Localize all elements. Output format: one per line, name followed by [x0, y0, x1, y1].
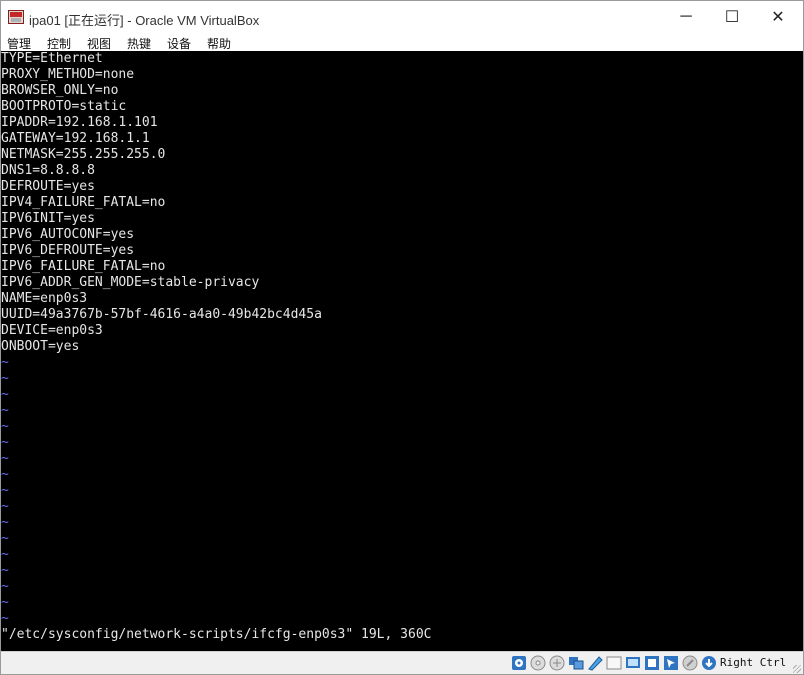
tilde-line: ~	[1, 387, 9, 402]
tilde-line: ~	[1, 403, 9, 418]
tilde-line: ~	[1, 451, 9, 466]
config-line: ONBOOT=yes	[1, 339, 80, 354]
vm-screen[interactable]: TYPE=Ethernet PROXY_METHOD=none BROWSER_…	[1, 51, 803, 651]
tilde-line: ~	[1, 499, 9, 514]
config-line: IPADDR=192.168.1.101	[1, 115, 158, 130]
menu-bar: 管理 控制 视图 热键 设备 帮助	[1, 33, 803, 51]
vi-status-line: "/etc/sysconfig/network-scripts/ifcfg-en…	[1, 627, 432, 642]
menu-hotkeys[interactable]: 热键	[127, 35, 151, 52]
tilde-line: ~	[1, 419, 9, 434]
config-line: UUID=49a3767b-57bf-4616-a4a0-49b42bc4d45…	[1, 307, 322, 322]
tilde-line: ~	[1, 467, 9, 482]
config-line: IPV6_ADDR_GEN_MODE=stable-privacy	[1, 275, 260, 290]
config-line: DEFROUTE=yes	[1, 179, 95, 194]
resize-grip[interactable]	[793, 665, 801, 673]
config-line: PROXY_METHOD=none	[1, 67, 135, 82]
mouse-integration-icon[interactable]	[663, 655, 679, 671]
title-bar[interactable]: ipa01 [正在运行] - Oracle VM VirtualBox ─ ☐ …	[1, 1, 803, 33]
menu-manage[interactable]: 管理	[7, 35, 31, 52]
maximize-icon: ☐	[724, 9, 740, 26]
config-line: IPV4_FAILURE_FATAL=no	[1, 195, 166, 210]
menu-devices[interactable]: 设备	[167, 35, 191, 52]
minimize-button[interactable]: ─	[663, 1, 709, 33]
maximize-button[interactable]: ☐	[709, 1, 755, 33]
status-bar: Right Ctrl	[1, 651, 803, 674]
config-line: TYPE=Ethernet	[1, 51, 103, 66]
tilde-line: ~	[1, 595, 9, 610]
config-line: BOOTPROTO=static	[1, 99, 127, 114]
menu-help[interactable]: 帮助	[207, 35, 231, 52]
config-line: IPV6_FAILURE_FATAL=no	[1, 259, 166, 274]
config-line: DEVICE=enp0s3	[1, 323, 103, 338]
network-icon[interactable]	[549, 655, 565, 671]
optical-drive-icon[interactable]	[530, 655, 546, 671]
virtualbox-app-icon	[8, 10, 24, 24]
tilde-line: ~	[1, 563, 9, 578]
minimize-icon: ─	[680, 8, 692, 25]
tilde-line: ~	[1, 435, 9, 450]
keyboard-capture-icon[interactable]	[682, 655, 698, 671]
tilde-line: ~	[1, 355, 9, 370]
config-line: BROWSER_ONLY=no	[1, 83, 119, 98]
virtualbox-window: ipa01 [正在运行] - Oracle VM VirtualBox ─ ☐ …	[0, 0, 804, 675]
menu-view[interactable]: 视图	[87, 35, 111, 52]
tilde-line: ~	[1, 579, 9, 594]
tilde-line: ~	[1, 515, 9, 530]
close-icon: ✕	[771, 9, 785, 26]
shared-folders-icon[interactable]	[587, 655, 603, 671]
window-title: ipa01 [正在运行] - Oracle VM VirtualBox	[29, 13, 260, 28]
config-line: DNS1=8.8.8.8	[1, 163, 95, 178]
config-line: NETMASK=255.255.255.0	[1, 147, 166, 162]
config-line: IPV6_AUTOCONF=yes	[1, 227, 135, 242]
host-key-label: Right Ctrl	[720, 656, 787, 669]
config-line: NAME=enp0s3	[1, 291, 88, 306]
tilde-line: ~	[1, 371, 9, 386]
tilde-line: ~	[1, 547, 9, 562]
close-button[interactable]: ✕	[755, 1, 801, 33]
usb-icon[interactable]	[568, 655, 584, 671]
tilde-line: ~	[1, 483, 9, 498]
config-line: IPV6_DEFROUTE=yes	[1, 243, 135, 258]
tilde-line: ~	[1, 611, 9, 626]
video-capture-icon[interactable]	[625, 655, 641, 671]
menu-control[interactable]: 控制	[47, 35, 71, 52]
cpu-icon[interactable]	[644, 655, 660, 671]
config-line: GATEWAY=192.168.1.1	[1, 131, 150, 146]
config-line: IPV6INIT=yes	[1, 211, 95, 226]
hard-disk-icon[interactable]	[511, 655, 527, 671]
host-key-icon[interactable]	[701, 655, 717, 671]
tilde-line: ~	[1, 531, 9, 546]
display-icon[interactable]	[606, 655, 622, 671]
